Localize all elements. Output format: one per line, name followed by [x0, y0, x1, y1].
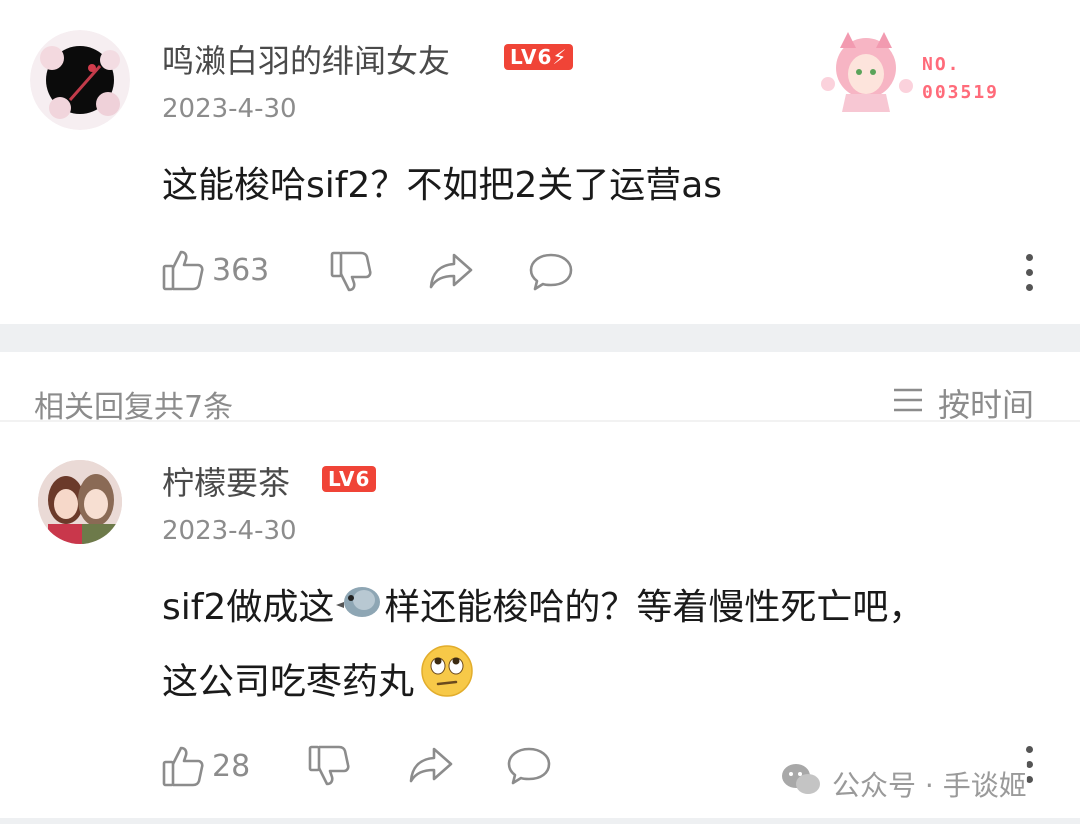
reply-text-part3: 这公司吃枣药丸	[162, 661, 415, 703]
more-vertical-icon	[1026, 746, 1034, 783]
share-button[interactable]	[408, 746, 454, 784]
reply-date: 2023-4-30	[162, 516, 297, 546]
thumbs-down-icon	[308, 744, 350, 788]
comment-icon	[528, 252, 574, 292]
watermark-text: 公众号 · 手谈姬	[832, 768, 1027, 802]
lightning-icon: ⚡	[552, 45, 568, 69]
level-badge: LV6⚡	[504, 44, 574, 70]
more-options-button[interactable]	[1026, 746, 1034, 791]
badge-no-label: NO.	[922, 54, 961, 75]
comment-icon	[506, 746, 552, 786]
avatar[interactable]	[30, 30, 130, 130]
bottom-divider	[0, 818, 1080, 824]
watermark: 公众号 · 手谈姬	[780, 762, 1027, 805]
share-icon	[408, 746, 454, 784]
dislike-button[interactable]	[330, 250, 372, 294]
reply-text-part1: sif2做成这	[162, 587, 335, 628]
share-button[interactable]	[428, 252, 474, 290]
reply-button[interactable]	[506, 746, 552, 786]
more-options-button[interactable]	[1026, 254, 1034, 299]
reply-text-line2: 这公司吃枣药丸	[162, 644, 474, 723]
more-vertical-icon	[1026, 254, 1034, 291]
like-button[interactable]: 28	[162, 744, 250, 788]
reply-button[interactable]	[528, 252, 574, 292]
avatar[interactable]	[38, 460, 122, 544]
reply-username[interactable]: 柠檬要茶	[162, 458, 290, 504]
section-divider	[0, 324, 1080, 352]
menu-lines-icon	[892, 384, 924, 422]
share-icon	[428, 252, 474, 290]
reply-text-line1: sif2做成这 样还能梭哈的？等着慢性死亡吧，	[162, 572, 924, 645]
comment-date: 2023-4-30	[162, 94, 297, 124]
pigeon-emoji-icon	[334, 573, 384, 645]
wechat-icon	[780, 762, 822, 805]
eye-roll-emoji-icon	[420, 644, 474, 723]
level-badge-text: LV6	[510, 45, 553, 69]
thumbs-down-icon	[330, 250, 372, 294]
dislike-button[interactable]	[308, 744, 350, 788]
reply-text-part2: 样还能梭哈的？等着慢性死亡吧，	[384, 587, 925, 628]
badge-no-value: 003519	[922, 82, 1000, 103]
header-divider	[0, 420, 1080, 422]
level-badge: LV6	[322, 466, 377, 492]
like-count: 28	[212, 748, 251, 784]
like-button[interactable]: 363	[162, 248, 269, 292]
comment-text: 这能梭哈sif2？不如把2关了运营as	[162, 165, 723, 206]
comment-username[interactable]: 鸣濑白羽的绯闻女友	[162, 36, 450, 82]
thumbs-up-icon	[162, 744, 204, 788]
thumbs-up-icon	[162, 248, 204, 292]
fan-badge-image	[818, 28, 914, 114]
like-count: 363	[212, 252, 270, 288]
